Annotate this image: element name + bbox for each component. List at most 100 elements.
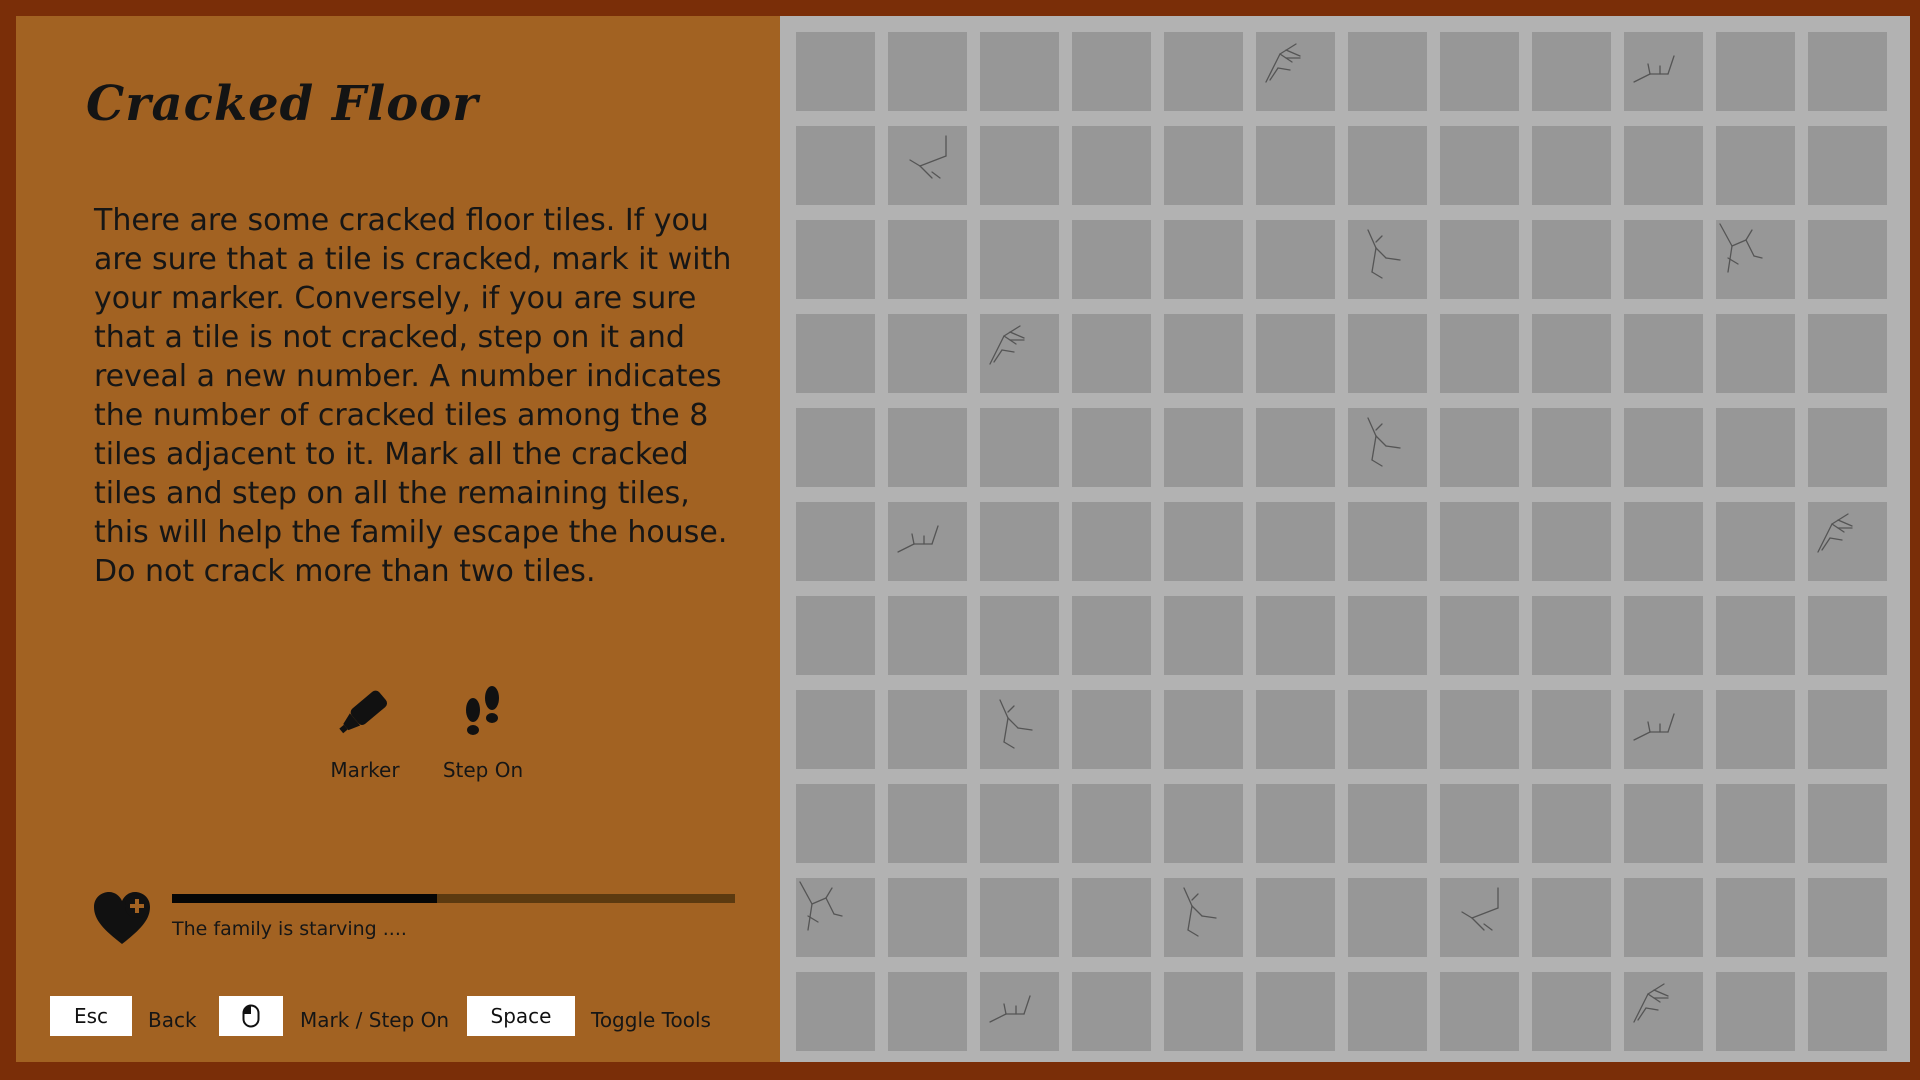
floor-tile[interactable] xyxy=(796,502,875,581)
floor-tile[interactable] xyxy=(1440,408,1519,487)
floor-tile[interactable] xyxy=(1348,502,1427,581)
floor-tile[interactable] xyxy=(1348,596,1427,675)
floor-tile[interactable] xyxy=(1256,784,1335,863)
floor-tile[interactable] xyxy=(796,220,875,299)
floor-tile[interactable] xyxy=(1256,220,1335,299)
floor-tile[interactable] xyxy=(1624,126,1703,205)
floor-tile[interactable] xyxy=(888,596,967,675)
floor-tile[interactable] xyxy=(888,502,967,581)
marker-tool-button[interactable]: Marker xyxy=(310,684,420,782)
floor-tile[interactable] xyxy=(888,32,967,111)
floor-tile[interactable] xyxy=(888,314,967,393)
step-on-tool-button[interactable]: Step On xyxy=(428,684,538,782)
floor-tile[interactable] xyxy=(1164,32,1243,111)
floor-tile[interactable] xyxy=(796,314,875,393)
floor-tile[interactable] xyxy=(1716,690,1795,769)
floor-tile[interactable] xyxy=(1164,126,1243,205)
floor-tile[interactable] xyxy=(1256,408,1335,487)
floor-tile[interactable] xyxy=(1808,878,1887,957)
floor-tile[interactable] xyxy=(1348,878,1427,957)
floor-tile[interactable] xyxy=(796,878,875,957)
floor-tile[interactable] xyxy=(1532,878,1611,957)
floor-tile[interactable] xyxy=(1808,596,1887,675)
floor-tile[interactable] xyxy=(1440,596,1519,675)
floor-tile[interactable] xyxy=(1716,314,1795,393)
floor-tile[interactable] xyxy=(1256,126,1335,205)
floor-tile[interactable] xyxy=(1532,220,1611,299)
floor-tile[interactable] xyxy=(1716,32,1795,111)
floor-tile[interactable] xyxy=(1624,502,1703,581)
floor-tile[interactable] xyxy=(1624,878,1703,957)
floor-tile[interactable] xyxy=(1164,314,1243,393)
floor-tile[interactable] xyxy=(1808,32,1887,111)
floor-tile[interactable] xyxy=(980,596,1059,675)
floor-tile[interactable] xyxy=(1716,596,1795,675)
floor-tile[interactable] xyxy=(1624,690,1703,769)
floor-tile[interactable] xyxy=(1624,32,1703,111)
floor-tile[interactable] xyxy=(796,972,875,1051)
floor-tile[interactable] xyxy=(1532,314,1611,393)
floor-tile[interactable] xyxy=(1808,690,1887,769)
floor-tile[interactable] xyxy=(1164,502,1243,581)
floor-tile[interactable] xyxy=(1808,408,1887,487)
floor-tile[interactable] xyxy=(980,408,1059,487)
floor-tile[interactable] xyxy=(1808,972,1887,1051)
floor-tile[interactable] xyxy=(1532,502,1611,581)
floor-tile[interactable] xyxy=(1164,690,1243,769)
floor-tile[interactable] xyxy=(796,690,875,769)
floor-tile[interactable] xyxy=(1164,878,1243,957)
floor-tile[interactable] xyxy=(980,32,1059,111)
floor-tile[interactable] xyxy=(1440,784,1519,863)
floor-tile[interactable] xyxy=(888,878,967,957)
floor-tile[interactable] xyxy=(1348,408,1427,487)
floor-tile[interactable] xyxy=(796,596,875,675)
floor-tile[interactable] xyxy=(1072,784,1151,863)
floor-tile[interactable] xyxy=(1072,972,1151,1051)
floor-tile[interactable] xyxy=(1440,972,1519,1051)
floor-tile[interactable] xyxy=(1256,314,1335,393)
floor-tile[interactable] xyxy=(1348,972,1427,1051)
floor-tile[interactable] xyxy=(1072,314,1151,393)
floor-tile[interactable] xyxy=(980,878,1059,957)
floor-tile[interactable] xyxy=(1716,502,1795,581)
floor-tile[interactable] xyxy=(1532,596,1611,675)
floor-tile[interactable] xyxy=(1072,502,1151,581)
floor-tile[interactable] xyxy=(1348,784,1427,863)
mouse-key[interactable] xyxy=(219,996,283,1036)
floor-tile[interactable] xyxy=(1716,784,1795,863)
floor-tile[interactable] xyxy=(796,408,875,487)
floor-tile[interactable] xyxy=(796,32,875,111)
floor-tile[interactable] xyxy=(1808,220,1887,299)
floor-tile[interactable] xyxy=(1624,596,1703,675)
floor-tile[interactable] xyxy=(980,314,1059,393)
floor-tile[interactable] xyxy=(1808,126,1887,205)
floor-tile[interactable] xyxy=(1348,314,1427,393)
floor-tile[interactable] xyxy=(1532,784,1611,863)
floor-tile[interactable] xyxy=(1072,596,1151,675)
floor-tile[interactable] xyxy=(1716,408,1795,487)
floor-tile[interactable] xyxy=(1440,878,1519,957)
floor-tile[interactable] xyxy=(980,502,1059,581)
floor-tile[interactable] xyxy=(1624,408,1703,487)
floor-tile[interactable] xyxy=(1808,784,1887,863)
esc-key[interactable]: Esc xyxy=(50,996,132,1036)
floor-tile[interactable] xyxy=(1072,220,1151,299)
floor-tile[interactable] xyxy=(1624,220,1703,299)
floor-tile[interactable] xyxy=(1532,126,1611,205)
floor-tile[interactable] xyxy=(1808,502,1887,581)
floor-tile[interactable] xyxy=(888,690,967,769)
floor-tile[interactable] xyxy=(980,972,1059,1051)
floor-tile[interactable] xyxy=(1256,690,1335,769)
space-key[interactable]: Space xyxy=(467,996,575,1036)
floor-tile[interactable] xyxy=(1624,314,1703,393)
floor-tile[interactable] xyxy=(1072,878,1151,957)
floor-tile[interactable] xyxy=(1532,32,1611,111)
floor-tile[interactable] xyxy=(1256,972,1335,1051)
floor-tile[interactable] xyxy=(980,126,1059,205)
floor-tile[interactable] xyxy=(1440,502,1519,581)
floor-tile[interactable] xyxy=(1164,784,1243,863)
floor-tile[interactable] xyxy=(1532,690,1611,769)
floor-tile[interactable] xyxy=(1716,972,1795,1051)
floor-tile[interactable] xyxy=(1716,878,1795,957)
floor-tile[interactable] xyxy=(1164,972,1243,1051)
